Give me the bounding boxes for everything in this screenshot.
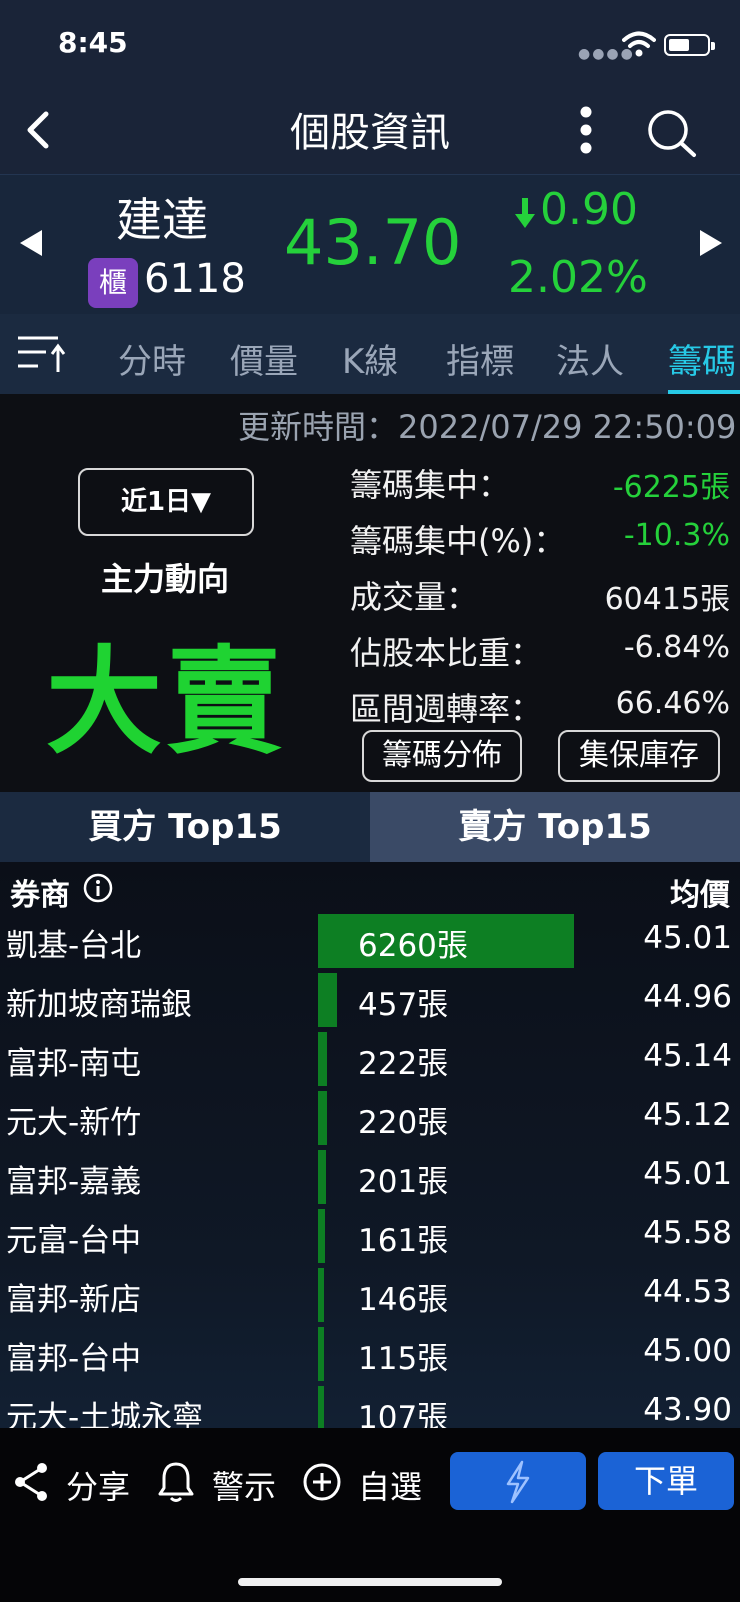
volume-bar	[318, 1150, 326, 1204]
order-button[interactable]: 下單	[598, 1452, 734, 1510]
broker-avg-price: 44.96	[643, 979, 732, 1015]
broker-name[interactable]: 富邦-新店	[6, 1274, 141, 1319]
volume-bar	[318, 1386, 324, 1428]
broker-quantity: 115張	[358, 1341, 449, 1377]
alert-label[interactable]: 警示	[212, 1462, 276, 1508]
broker-quantity: 161張	[358, 1223, 449, 1259]
broker-quantity: 220張	[358, 1105, 449, 1141]
volume-bar	[318, 1032, 327, 1086]
add-circle-icon[interactable]	[302, 1460, 342, 1504]
broker-name[interactable]: 元富-台中	[6, 1215, 141, 1260]
broker-avg-price: 45.58	[643, 1215, 732, 1251]
broker-name[interactable]: 富邦-南屯	[6, 1038, 141, 1083]
broker-name[interactable]: 元大-新竹	[6, 1097, 141, 1142]
broker-avg-price: 45.01	[643, 1156, 732, 1192]
broker-quantity: 146張	[358, 1282, 449, 1318]
watchlist-label[interactable]: 自選	[358, 1462, 422, 1508]
share-icon[interactable]	[12, 1460, 52, 1504]
broker-avg-price: 44.53	[643, 1274, 732, 1310]
share-label[interactable]: 分享	[66, 1462, 130, 1508]
volume-bar	[318, 1268, 324, 1322]
broker-name[interactable]: 富邦-嘉義	[6, 1156, 141, 1201]
broker-avg-price: 45.12	[643, 1097, 732, 1133]
broker-name[interactable]: 元大-土城永寧	[6, 1392, 203, 1428]
volume-bar	[318, 973, 337, 1027]
broker-avg-price: 45.14	[643, 1038, 732, 1074]
broker-quantity: 201張	[358, 1164, 449, 1200]
quick-order-button[interactable]	[450, 1452, 586, 1510]
volume-bar	[318, 1327, 324, 1381]
broker-avg-price: 45.01	[643, 920, 732, 956]
broker-quantity: 222張	[358, 1046, 449, 1082]
home-indicator	[238, 1578, 502, 1586]
bell-icon[interactable]	[156, 1460, 196, 1504]
broker-quantity: 107張	[358, 1400, 449, 1428]
broker-quantity: 6260張	[358, 928, 468, 964]
broker-name[interactable]: 凱基-台北	[6, 920, 141, 965]
broker-quantity: 457張	[358, 987, 449, 1023]
lightning-icon	[506, 1460, 530, 1504]
broker-avg-price: 45.00	[643, 1333, 732, 1369]
volume-bar	[318, 1091, 327, 1145]
broker-rows: 凱基-台北 6260張 45.01 新加坡商瑞銀 457張 44.96 富邦-南屯 222張 4…	[0, 0, 740, 1428]
broker-name[interactable]: 新加坡商瑞銀	[6, 979, 192, 1024]
volume-bar	[318, 1209, 325, 1263]
broker-name[interactable]: 富邦-台中	[6, 1333, 141, 1378]
broker-avg-price: 43.90	[643, 1392, 732, 1428]
